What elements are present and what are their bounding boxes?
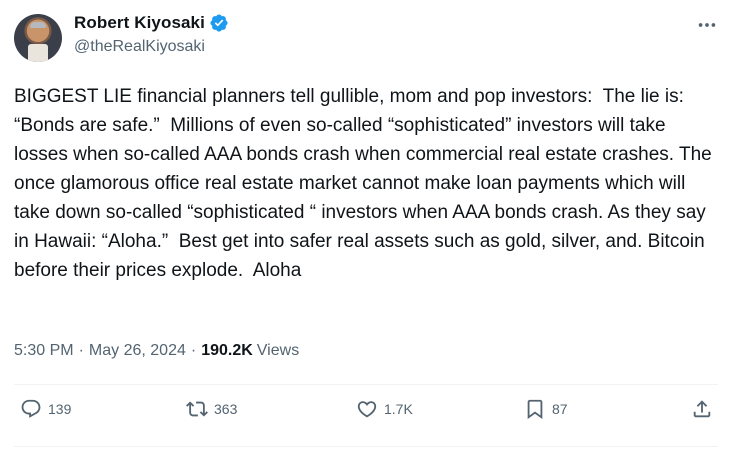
repost-icon <box>186 401 208 417</box>
more-options-icon[interactable] <box>696 14 718 36</box>
bookmark-icon <box>527 399 543 420</box>
views-label: Views <box>256 342 300 359</box>
share-icon <box>693 400 711 418</box>
tweet-text: BIGGEST LIE financial planners tell gull… <box>14 86 718 281</box>
author-display-name[interactable]: Robert Kiyosaki <box>74 13 205 33</box>
avatar[interactable] <box>14 14 62 62</box>
tweet-time[interactable]: 5:30 PM <box>14 342 74 360</box>
tweet-card: Robert Kiyosaki @theRealKiyosaki BIGGEST… <box>0 0 732 454</box>
views-count: 190.2K <box>201 342 253 359</box>
bookmark-button[interactable]: 87 <box>524 398 568 420</box>
meta-separator: · <box>78 342 84 359</box>
action-bar: 139 363 1.7K 87 <box>0 398 732 430</box>
like-count: 1.7K <box>384 401 413 417</box>
verified-badge-icon <box>210 14 228 32</box>
tweet-date[interactable]: May 26, 2024 <box>89 342 186 360</box>
reply-button[interactable]: 139 <box>20 398 71 420</box>
reply-count: 139 <box>48 401 72 417</box>
repost-count: 363 <box>214 401 238 417</box>
author-name-row: Robert Kiyosaki <box>74 13 229 33</box>
bookmark-count: 87 <box>552 401 568 417</box>
meta-separator: · <box>190 342 197 359</box>
author-handle[interactable]: @theRealKiyosaki <box>74 38 205 56</box>
repost-button[interactable]: 363 <box>186 398 237 420</box>
heart-icon <box>357 401 377 418</box>
reply-icon <box>21 399 41 418</box>
share-button[interactable] <box>691 398 713 420</box>
tweet-meta: 5:30 PM · May 26, 2024 · 190.2K Views <box>14 342 299 360</box>
like-button[interactable]: 1.7K <box>356 398 413 420</box>
divider <box>14 384 718 385</box>
bottom-divider <box>14 446 718 447</box>
